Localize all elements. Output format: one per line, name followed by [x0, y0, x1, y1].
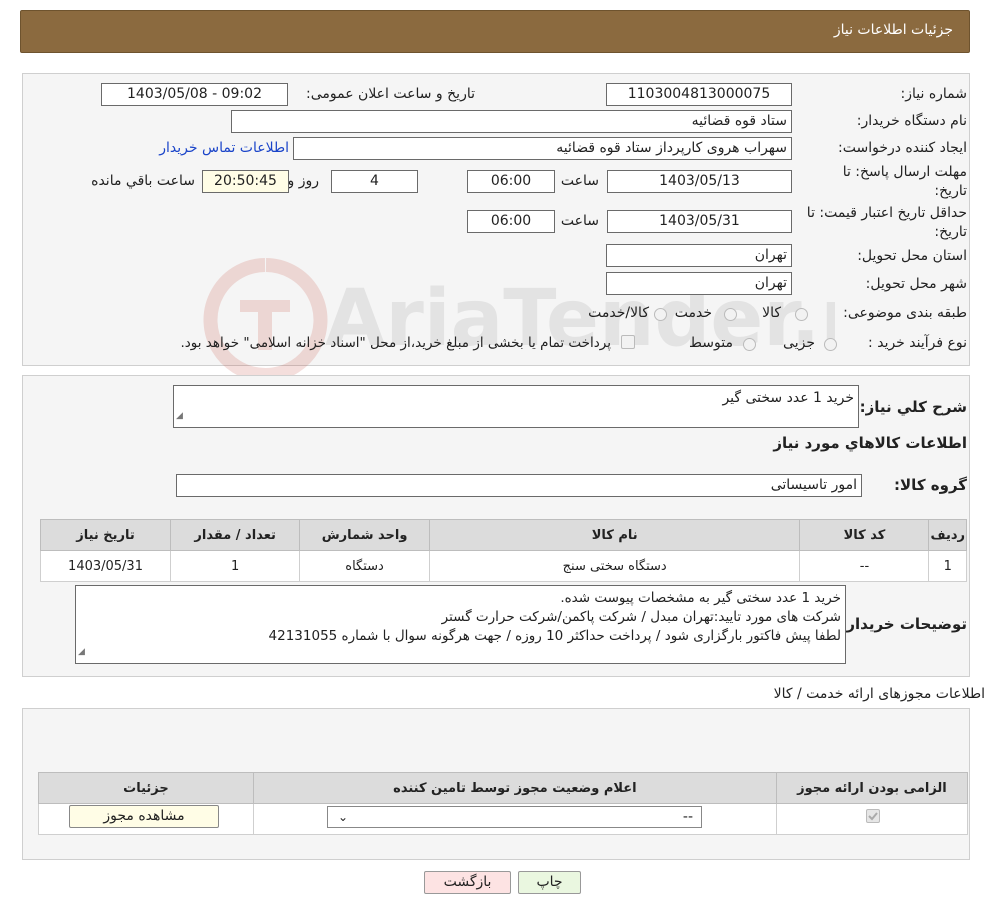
goods-group-field: امور تاسیساتی: [176, 474, 862, 497]
validity-label-date: تاریخ:: [934, 224, 967, 240]
days-label: روز و: [287, 173, 320, 189]
process-radio-minor[interactable]: [824, 338, 837, 351]
view-permit-button[interactable]: مشاهده مجوز: [69, 805, 219, 828]
category-radio-goods-service[interactable]: [654, 308, 667, 321]
validity-time-field: 06:00: [467, 210, 555, 233]
province-field: تهران: [606, 244, 792, 267]
goods-group-label: گروه کالا:: [894, 476, 967, 494]
col-name: نام کالا: [428, 519, 801, 551]
process-radio-medium[interactable]: [743, 338, 756, 351]
category-radio-goods[interactable]: [795, 308, 808, 321]
summary-label: شرح کلي نياز:: [859, 398, 967, 416]
category-radio-service[interactable]: [724, 308, 737, 321]
table-row: 1 -- دستگاه سختی سنج دستگاه 1 1403/05/31: [39, 550, 967, 582]
remaining-days-field: 4: [331, 170, 418, 193]
cell-unit: دستگاه: [299, 550, 430, 582]
cell-code: --: [799, 550, 930, 582]
permit-status-select[interactable]: ⌄ --: [327, 806, 702, 828]
col-permit-status: اعلام وضعیت مجوز توسط تامین کننده: [252, 772, 777, 804]
province-label: استان محل تحویل:: [857, 248, 967, 264]
category-option-goods: کالا: [762, 305, 781, 321]
col-row: ردیف: [928, 519, 967, 551]
goods-section-title: اطلاعات كالاهاي مورد نياز: [773, 434, 967, 452]
creator-field: سهراب هروی کارپرداز ستاد قوه قضائیه: [293, 137, 792, 160]
back-button[interactable]: بازگشت: [424, 871, 511, 894]
announce-label: تاریخ و ساعت اعلان عمومی:: [306, 86, 475, 102]
page-header: جزئیات اطلاعات نیاز: [20, 10, 970, 53]
col-qty: تعداد / مقدار: [170, 519, 301, 551]
process-option-medium: متوسط: [689, 335, 733, 351]
validity-date-field: 1403/05/31: [607, 210, 792, 233]
buyer-notes-label: توضیحات خریدار:: [840, 615, 967, 633]
process-option-minor: جزیی: [783, 335, 815, 351]
need-number-label: شماره نیاز:: [900, 86, 968, 102]
resize-grip-icon[interactable]: ◢: [78, 643, 85, 662]
col-code: کد کالا: [799, 519, 930, 551]
cell-name: دستگاه سختی سنج: [428, 550, 801, 582]
deadline-label-date: تاریخ:: [934, 183, 967, 199]
city-label: شهر محل تحویل:: [865, 276, 967, 292]
category-option-goods-service: کالا/خدمت: [588, 305, 649, 321]
summary-text: خريد 1 عدد سختی گير: [722, 390, 854, 406]
buyer-notes-line-2: شرکت های مورد تایید:تهران مبدل / شرکت پا…: [441, 609, 841, 625]
buyer-notes-line-1: خرید 1 عدد سختی گیر به مشخصات پیوست شده.: [560, 590, 841, 606]
buyer-notes-textarea: خرید 1 عدد سختی گیر به مشخصات پیوست شده.…: [75, 585, 846, 664]
treasury-note: پرداخت تمام یا بخشی از مبلغ خرید،از محل …: [180, 335, 611, 351]
deadline-date-field: 1403/05/13: [607, 170, 792, 193]
buyer-notes-line-3: لطفا پیش فاکتور بارگزاری شود / پرداخت حد…: [268, 628, 841, 644]
print-button[interactable]: چاپ: [518, 871, 581, 894]
deadline-time-field: 06:00: [467, 170, 555, 193]
goods-table: ردیف کد کالا نام کالا واحد شمارش تعداد /…: [39, 519, 967, 582]
col-permit-details: جزئیات: [38, 772, 254, 804]
city-field: تهران: [606, 272, 792, 295]
buyer-org-label: نام دستگاه خریدار:: [856, 113, 967, 129]
resize-grip-icon[interactable]: ◢: [176, 407, 183, 426]
permits-table-header: الزامی بودن ارائه مجوز اعلام وضعیت مجوز …: [38, 772, 969, 804]
permit-required-checkbox: [866, 809, 880, 823]
permit-status-value: --: [682, 809, 693, 825]
category-option-service: خدمت: [674, 305, 712, 321]
remaining-time-label: ساعت باقي مانده: [91, 173, 195, 189]
creator-label: ایجاد کننده درخواست:: [838, 140, 967, 156]
category-label: طبقه بندی موضوعی:: [843, 305, 967, 321]
treasury-checkbox[interactable]: [621, 335, 635, 349]
process-label: نوع فرآیند خرید :: [868, 335, 967, 351]
deadline-label: مهلت ارسال پاسخ: تا: [842, 164, 967, 180]
need-number-field: 1103004813000075: [606, 83, 792, 106]
col-unit: واحد شمارش: [299, 519, 430, 551]
chevron-down-icon: ⌄: [338, 810, 349, 824]
cell-row: 1: [928, 550, 967, 582]
buyer-org-field: ستاد قوه قضائیه: [231, 110, 792, 133]
check-icon: [868, 812, 878, 821]
validity-label: حداقل تاریخ اعتبار قیمت: تا: [806, 205, 967, 221]
deadline-time-label: ساعت: [560, 173, 599, 189]
cell-qty: 1: [170, 550, 301, 582]
cell-date: 1403/05/31: [39, 550, 172, 582]
page-title: جزئیات اطلاعات نیاز: [833, 22, 953, 38]
col-date: تاریخ نیاز: [39, 519, 172, 551]
summary-textarea: خريد 1 عدد سختی گير ◢: [173, 385, 859, 428]
permits-title: اطلاعات مجوزهای ارائه خدمت / کالا: [773, 686, 985, 702]
announce-datetime-field: 1403/05/08 - 09:02: [101, 83, 288, 106]
validity-time-label: ساعت: [560, 213, 599, 229]
col-permit-required: الزامی بودن ارائه مجوز: [775, 772, 969, 804]
goods-table-header: ردیف کد کالا نام کالا واحد شمارش تعداد /…: [39, 519, 967, 551]
remaining-time-field: 20:50:45: [202, 170, 289, 193]
buyer-contact-link[interactable]: اطلاعات تماس خریدار: [159, 140, 289, 156]
